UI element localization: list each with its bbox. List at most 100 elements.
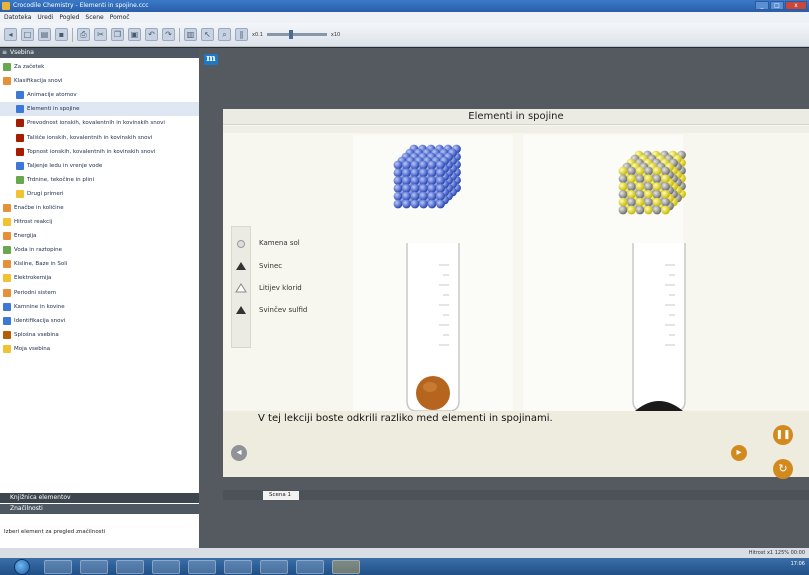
tree-item-label: Moja vsebina	[14, 345, 51, 352]
taskbar-app-word[interactable]	[188, 560, 216, 574]
tree-item[interactable]: Za začetek	[0, 60, 199, 74]
tab-scene-1[interactable]: Scena 1	[263, 491, 299, 500]
taskbar-app-media[interactable]	[116, 560, 144, 574]
lattice-atom	[652, 197, 662, 207]
lattice-atom	[402, 184, 411, 193]
lattice-atom	[402, 176, 411, 185]
legend-label: Litijev klorid	[259, 284, 302, 292]
open-folder-icon[interactable]: ▤	[38, 28, 51, 41]
new-document-icon[interactable]: □	[21, 28, 34, 41]
paste-icon[interactable]: ▣	[128, 28, 141, 41]
back-icon[interactable]: ◂	[4, 28, 17, 41]
menu-help[interactable]: Pomoč	[110, 12, 130, 23]
tree-item[interactable]: Trdnine, tekočine in plini	[0, 173, 199, 187]
lattice-atom	[393, 168, 403, 178]
tree-item[interactable]: Prevodnost ionskih, kovalentnih in kovin…	[0, 116, 199, 130]
tree-item[interactable]: Topnost ionskih, kovalentnih in kovinski…	[0, 145, 199, 159]
tree-item[interactable]: Kisline, Baze in Soli	[0, 257, 199, 271]
title-bar: Crocodile Chemistry - Elementi in spojin…	[0, 0, 809, 12]
chart-icon[interactable]: ▥	[184, 28, 197, 41]
cut-icon[interactable]: ✂	[94, 28, 107, 41]
lead-lattice-model[interactable]	[388, 137, 468, 213]
tree-item[interactable]: Enačbe in količine	[0, 201, 199, 215]
toolbar-separator	[179, 27, 180, 42]
previous-step-button[interactable]: ◂	[231, 445, 247, 461]
window-title: Crocodile Chemistry - Elementi in spojin…	[13, 2, 149, 9]
minimize-button[interactable]: _	[755, 1, 769, 10]
lattice-atom	[410, 191, 420, 201]
lattice-atom	[627, 174, 636, 184]
tree-item[interactable]: Identifikacija snovi	[0, 314, 199, 328]
lattice-atom	[635, 166, 645, 176]
lead-sulfide-lattice-model[interactable]	[613, 143, 693, 219]
tree-item[interactable]: Klasifikacija snovi	[0, 74, 199, 88]
content-tree: Za začetek Klasifikacija snovi Animacije a…	[0, 58, 199, 356]
tree-item-label: Topnost ionskih, kovalentnih in kovinski…	[27, 148, 156, 155]
legend-label: Svinec	[259, 262, 283, 270]
legend-item-lead[interactable]: Svinec	[235, 259, 395, 273]
save-icon[interactable]: ▪	[55, 28, 68, 41]
tree-item[interactable]: Moja vsebina	[0, 342, 199, 356]
status-bar: Hitrost x1 125% 00:00	[0, 548, 809, 558]
legend-item-rock-salt[interactable]: Kamena sol	[235, 236, 395, 250]
legend-item-lithium-chloride[interactable]: Litijev klorid	[235, 281, 395, 295]
tree-item-icon	[3, 246, 11, 255]
content-panel-header[interactable]: Vsebina	[0, 48, 199, 58]
lattice-atom	[393, 160, 403, 170]
menu-scene[interactable]: Scene	[85, 12, 103, 23]
close-button[interactable]: x	[785, 1, 807, 10]
taskbar-app-paint[interactable]	[224, 560, 252, 574]
tree-item-icon	[16, 105, 24, 114]
taskbar-app-explorer[interactable]	[44, 560, 72, 574]
undo-icon[interactable]: ↶	[145, 28, 158, 41]
beaker-right[interactable]	[631, 241, 687, 413]
zoom-icon[interactable]: ⌕	[218, 28, 231, 41]
print-icon[interactable]: ⎙	[77, 28, 90, 41]
menu-edit[interactable]: Uredi	[37, 12, 53, 23]
pause-button[interactable]: ❚❚	[773, 425, 793, 445]
lattice-atom	[644, 190, 653, 199]
lattice-atom	[419, 168, 428, 178]
zoom-slider[interactable]	[266, 30, 327, 39]
tree-item[interactable]: Animacije atomov	[0, 88, 199, 102]
properties-header[interactable]: Značilnosti	[0, 504, 199, 514]
tree-item[interactable]: Tališče ionskih, kovalentnih in kovinski…	[0, 130, 199, 144]
taskbar-app-photos[interactable]	[260, 560, 288, 574]
zoom-slider-thumb[interactable]	[288, 30, 293, 39]
m-logo-icon[interactable]: m	[204, 54, 218, 65]
pause-icon[interactable]: ∥	[235, 28, 248, 41]
menu-file[interactable]: Datoteka	[4, 12, 31, 23]
tree-item[interactable]: Energija	[0, 229, 199, 243]
taskbar-app-browser[interactable]	[80, 560, 108, 574]
tree-item[interactable]: Drugi primeri	[0, 187, 199, 201]
redo-icon[interactable]: ↷	[162, 28, 175, 41]
content-panel: Vsebina Za začetek Klasifikacija snovi Ani…	[0, 48, 199, 548]
legend-label: Kamena sol	[259, 239, 300, 247]
toolbar-separator	[72, 27, 73, 42]
tree-item[interactable]: Splošna vsebina	[0, 328, 199, 342]
tree-item[interactable]: Taljenje ledu in vrenje vode	[0, 159, 199, 173]
taskbar-app-crocodile-chemistry[interactable]	[332, 560, 360, 574]
tree-item[interactable]: Kamnine in kovine	[0, 300, 199, 314]
properties-hint: Izberi element za pregled značilnosti	[4, 529, 106, 535]
pointer-icon[interactable]: ↖	[201, 28, 214, 41]
copy-icon[interactable]: ❐	[111, 28, 124, 41]
lattice-atom	[618, 174, 628, 184]
tree-item[interactable]: Hitrost reakcij	[0, 215, 199, 229]
beaker-left[interactable]	[405, 241, 461, 413]
element-library-header[interactable]: Knjižnica elementov	[0, 493, 199, 503]
legend-item-lead-sulfide[interactable]: Svinčev sulfid	[235, 303, 395, 317]
tree-item[interactable]: Elementi in spojine	[0, 102, 199, 117]
taskbar-app-pdf[interactable]	[296, 560, 324, 574]
reset-button[interactable]: ↻	[773, 459, 793, 479]
start-button[interactable]	[14, 559, 30, 575]
maximize-button[interactable]: □	[770, 1, 784, 10]
next-step-button[interactable]: ▸	[731, 445, 747, 461]
tree-item[interactable]: Periodni sistem	[0, 286, 199, 300]
tree-item[interactable]: Elektrokemija	[0, 271, 199, 285]
menu-view[interactable]: Pogled	[59, 12, 79, 23]
clock[interactable]: 17:06	[791, 561, 805, 567]
taskbar-app-folder[interactable]	[152, 560, 180, 574]
zoom-max-label: x10	[330, 31, 341, 38]
tree-item[interactable]: Voda in raztopine	[0, 243, 199, 257]
